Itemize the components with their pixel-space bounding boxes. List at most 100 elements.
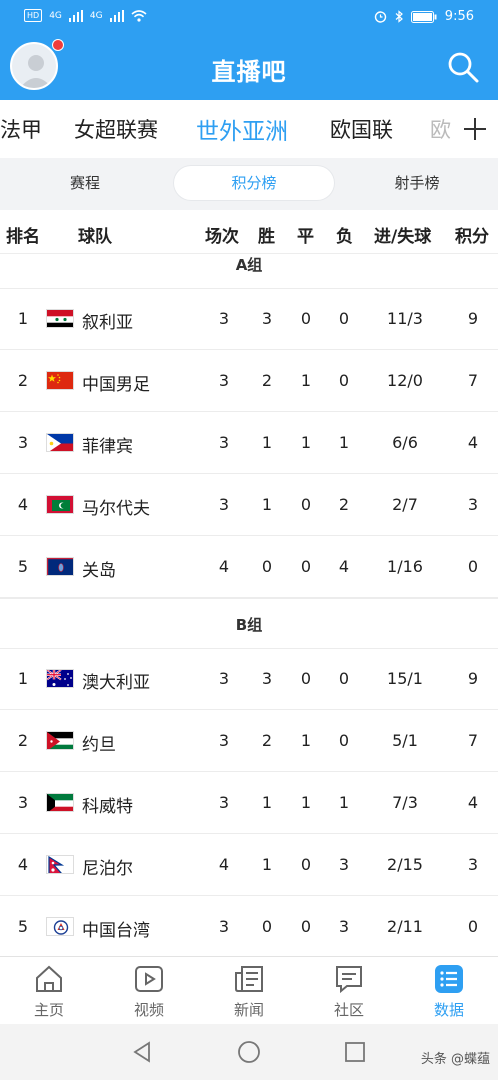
add-league-button[interactable] (452, 100, 498, 158)
col-team: 球队 (78, 227, 112, 247)
team-name: 尼泊尔 (82, 859, 133, 879)
tab-top-scorers[interactable]: 射手榜 (342, 166, 492, 200)
team-name: 中国台湾 (82, 921, 150, 941)
table-row[interactable]: 2 3 2 1 0 5/1 7 约旦 (0, 710, 498, 772)
won-cell: 1 (261, 433, 273, 452)
nav-news[interactable]: 新闻 (214, 963, 284, 1020)
status-bar: HD 4G 4G 9:56 (0, 0, 498, 34)
battery-icon (410, 10, 437, 23)
nav-home[interactable]: 主页 (14, 963, 84, 1020)
won-cell: 1 (261, 793, 273, 812)
philippines-flag-icon (46, 433, 74, 452)
signal-icon (109, 9, 124, 22)
table-row[interactable]: 5 4 0 0 4 1/16 0 关岛 (0, 536, 498, 598)
goals-cell: 5/1 (392, 731, 418, 750)
rank-cell: 2 (17, 371, 29, 390)
table-row[interactable]: 5 3 0 0 3 2/11 0 中国台湾 (0, 896, 498, 956)
rank-cell: 1 (17, 669, 29, 688)
league-tab-nations-league[interactable]: 欧国联 (330, 114, 393, 144)
kuwait-flag-icon (46, 793, 74, 812)
nav-data[interactable]: 数据 (414, 963, 484, 1020)
won-cell: 1 (261, 855, 273, 874)
league-tab-ligue1[interactable]: 法甲 (0, 114, 42, 144)
goals-cell: 12/0 (387, 371, 423, 390)
back-button[interactable] (130, 1040, 154, 1064)
nav-video[interactable]: 视频 (114, 963, 184, 1020)
app-header: HD 4G 4G 9:56 直播吧 (0, 0, 498, 100)
tab-schedule[interactable]: 赛程 (10, 166, 160, 200)
points-cell: 9 (467, 669, 479, 688)
league-tab-wc-qualifiers-asia[interactable]: 世外亚洲 (196, 112, 288, 146)
won-cell: 2 (261, 371, 273, 390)
lost-cell: 0 (338, 309, 350, 328)
league-tab-partial[interactable]: 欧 (430, 114, 451, 144)
team-name: 马尔代夫 (82, 499, 150, 519)
lost-cell: 2 (338, 495, 350, 514)
table-row[interactable]: 1 3 3 0 0 11/3 9 叙利亚 (0, 288, 498, 350)
watermark: 头条 @蝶蕴 (420, 1052, 490, 1067)
lost-cell: 0 (338, 669, 350, 688)
won-cell: 1 (261, 495, 273, 514)
plus-icon (464, 118, 486, 140)
tab-standings[interactable]: 积分榜 (174, 166, 334, 200)
syria-flag-icon (46, 309, 74, 328)
goals-cell: 7/3 (392, 793, 418, 812)
nav-video-label: 视频 (133, 1001, 164, 1019)
table-row[interactable]: 3 3 1 1 1 6/6 4 菲律宾 (0, 412, 498, 474)
table-row[interactable]: 4 3 1 0 2 2/7 3 马尔代夫 (0, 474, 498, 536)
won-cell: 0 (261, 917, 273, 936)
rank-cell: 3 (17, 793, 29, 812)
played-cell: 3 (218, 433, 230, 452)
table-row[interactable]: 3 3 1 1 1 7/3 4 科威特 (0, 772, 498, 834)
group-header: B组 (235, 616, 263, 634)
points-cell: 3 (467, 495, 479, 514)
played-cell: 3 (218, 917, 230, 936)
alarm-icon (374, 11, 386, 23)
played-cell: 3 (218, 669, 230, 688)
recents-button[interactable] (343, 1040, 367, 1064)
won-cell: 0 (261, 557, 273, 576)
drawn-cell: 1 (300, 731, 312, 750)
news-icon (235, 966, 263, 992)
col-played: 场次 (205, 227, 239, 247)
group-header: A组 (235, 256, 263, 274)
app-title: 直播吧 (211, 58, 287, 86)
signal-icon (68, 9, 83, 22)
team-name: 约旦 (82, 735, 116, 755)
status-time: 9:56 (444, 9, 474, 24)
col-lost: 负 (336, 227, 353, 247)
table-row[interactable]: 2 3 2 1 0 12/0 7 中国男足 (0, 350, 498, 412)
network-label-1: 4G (49, 10, 62, 21)
home-system-button[interactable] (237, 1040, 261, 1064)
drawn-cell: 0 (300, 309, 312, 328)
jordan-flag-icon (46, 731, 74, 750)
table-row[interactable]: 1 3 3 0 0 15/1 9 澳大利亚 (0, 648, 498, 710)
played-cell: 3 (218, 371, 230, 390)
team-name: 菲律宾 (82, 437, 133, 457)
won-cell: 2 (261, 731, 273, 750)
played-cell: 4 (218, 855, 230, 874)
search-button[interactable] (446, 50, 480, 84)
nav-home-label: 主页 (33, 1001, 64, 1019)
goals-cell: 1/16 (387, 557, 423, 576)
guam-flag-icon (46, 557, 74, 576)
league-tab-womens-super-league[interactable]: 女超联赛 (74, 114, 158, 144)
nav-data-label: 数据 (433, 1001, 464, 1019)
video-icon (135, 966, 163, 992)
wifi-icon (131, 9, 147, 22)
points-cell: 7 (467, 371, 479, 390)
team-name: 澳大利亚 (82, 673, 150, 693)
search-icon (448, 52, 479, 83)
nav-community[interactable]: 社区 (314, 963, 384, 1020)
recents-square-icon (345, 1042, 365, 1062)
played-cell: 3 (218, 309, 230, 328)
table-row[interactable]: 4 4 1 0 3 2/15 3 尼泊尔 (0, 834, 498, 896)
goals-cell: 2/11 (387, 917, 423, 936)
australia-flag-icon (46, 669, 74, 688)
drawn-cell: 1 (300, 433, 312, 452)
lost-cell: 3 (338, 917, 350, 936)
lost-cell: 0 (338, 731, 350, 750)
goals-cell: 2/15 (387, 855, 423, 874)
rank-cell: 5 (17, 557, 29, 576)
lost-cell: 3 (338, 855, 350, 874)
